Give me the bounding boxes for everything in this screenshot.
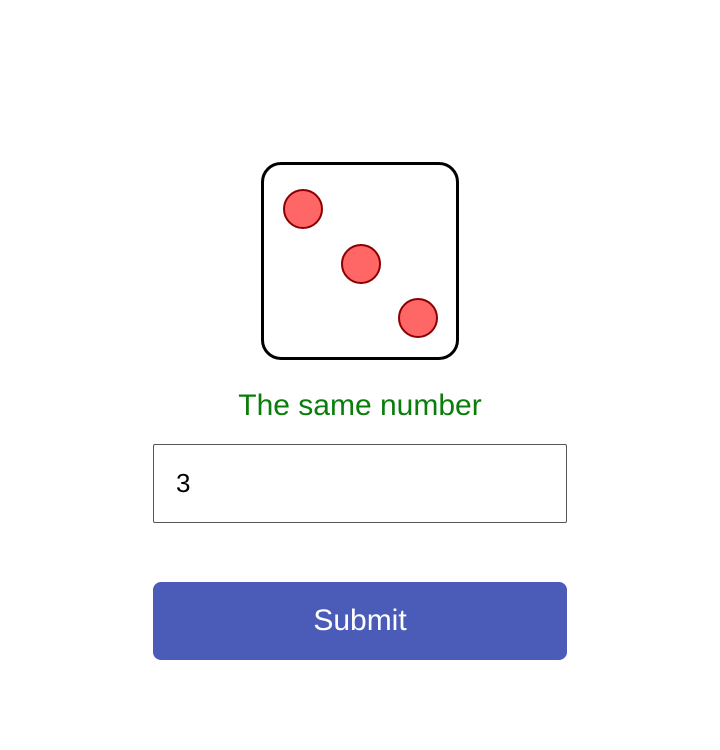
die-face: [261, 162, 459, 360]
die-pip: [283, 189, 323, 229]
submit-button[interactable]: Submit: [153, 582, 567, 660]
feedback-message: The same number: [238, 389, 482, 422]
die-pip: [341, 244, 381, 284]
page: The same number Submit: [0, 0, 720, 750]
die-pip: [398, 298, 438, 338]
answer-input[interactable]: [153, 444, 567, 523]
